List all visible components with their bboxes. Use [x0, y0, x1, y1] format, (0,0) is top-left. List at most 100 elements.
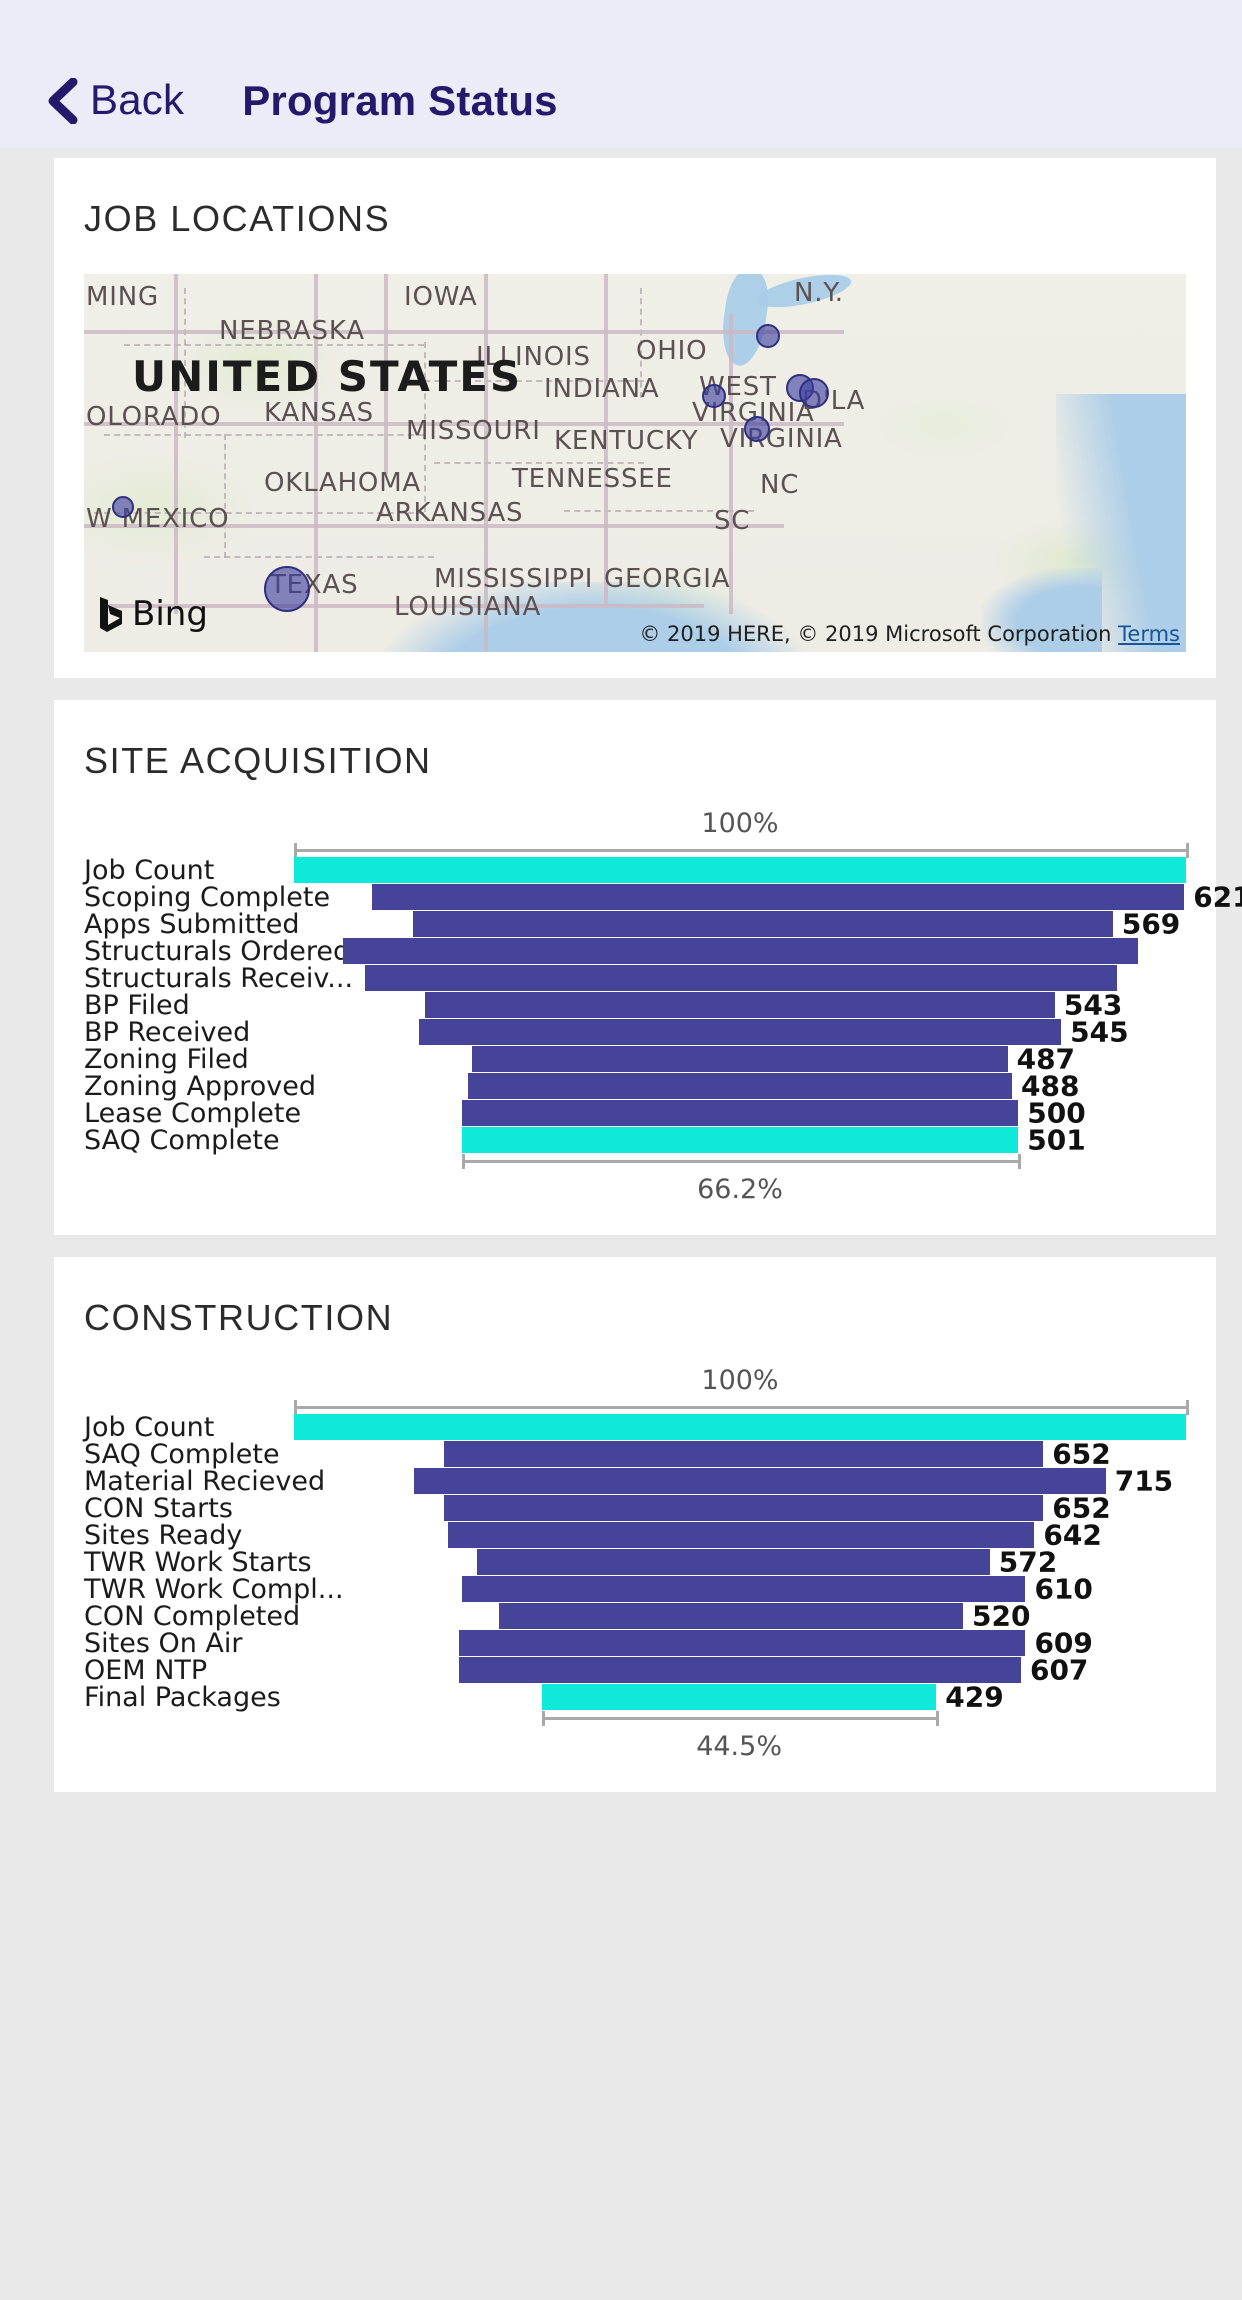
bing-label: Bing [132, 594, 208, 634]
funnel-bar[interactable] [294, 1414, 1186, 1440]
map-attribution: © 2019 HERE, © 2019 Microsoft Corporatio… [639, 622, 1180, 646]
back-label: Back [90, 76, 185, 123]
funnel-rows-site-acquisition: Job Count Scoping Complete 621 Apps Submitt… [84, 855, 1242, 1157]
funnel-bar-track [294, 1414, 1186, 1440]
map-label: MING [86, 282, 159, 312]
funnel-bar[interactable] [499, 1603, 963, 1629]
page-scroll-area[interactable]: JOB LOCATIONS MING IOWA N.Y. NEBRASKA OH… [0, 158, 1242, 2300]
funnel-bar[interactable] [472, 1046, 1008, 1072]
axis-tick [1186, 843, 1189, 858]
funnel-bar[interactable] [343, 938, 1138, 964]
map-label: ARKANSAS [376, 498, 524, 528]
funnel-row: Zoning Approved 488 [84, 1070, 1186, 1103]
axis-tick [294, 843, 297, 858]
funnel-bar[interactable] [461, 1127, 1019, 1153]
map-label: N.Y. [794, 278, 844, 308]
axis-line [294, 849, 1186, 852]
funnel-bar-track: 429 [294, 1681, 1186, 1714]
map-label: NC [760, 470, 800, 500]
funnel-bar[interactable] [414, 1468, 1106, 1494]
construction-card: CONSTRUCTION 100% Job Count SAQ Complete 6… [54, 1257, 1216, 1792]
funnel-bar[interactable] [541, 1684, 937, 1710]
funnel-bar-track: 607 [294, 1654, 1186, 1687]
highway [174, 274, 178, 614]
job-locations-title: JOB LOCATIONS [84, 198, 391, 239]
funnel-bar[interactable] [418, 1019, 1062, 1045]
funnel-row: Scoping Complete 621 [84, 881, 1242, 914]
funnel-row-label: Final Packages [84, 1681, 281, 1713]
funnel-bar[interactable] [461, 1100, 1019, 1126]
funnel-bar-value: 429 [945, 1680, 1004, 1714]
map-label: KENTUCKY [554, 426, 699, 456]
funnel-bar-value: 652 [1052, 1437, 1111, 1471]
map-pin-marker[interactable] [756, 324, 780, 348]
funnel-bar[interactable] [294, 857, 1186, 883]
funnel-bar[interactable] [372, 884, 1185, 910]
funnel-bar-value: 520 [972, 1599, 1031, 1633]
funnel-row: BP Received 545 [84, 1016, 1186, 1049]
funnel-row: BP Filed 543 [84, 989, 1186, 1022]
funnel-bar[interactable] [459, 1657, 1021, 1683]
funnel-bar[interactable] [365, 965, 1118, 991]
map-pin-marker[interactable] [264, 566, 310, 612]
funnel-bar-track: 652 [294, 1492, 1186, 1525]
map-label: OKLAHOMA [264, 468, 422, 498]
funnel-row: TWR Work Starts 572 [84, 1546, 1186, 1579]
funnel-bar[interactable] [467, 1073, 1013, 1099]
funnel-bar-value: 715 [1114, 1464, 1174, 1498]
funnel-bar[interactable] [476, 1549, 990, 1575]
funnel-bar-track: 545 [294, 1016, 1186, 1049]
axis-line [294, 1406, 1186, 1409]
axis-tick [541, 1711, 545, 1726]
funnel-bar-track [294, 857, 1186, 883]
funnel-bar-track: 652 [294, 1438, 1186, 1471]
bing-logo[interactable]: Bing [98, 594, 208, 634]
map-label: VIRGINIA [720, 424, 843, 454]
bing-glyph-icon [100, 597, 122, 632]
map-pin-marker[interactable] [744, 416, 770, 442]
funnel-row: Zoning Filed 487 [84, 1043, 1186, 1076]
funnel-rows-construction: Job Count SAQ Complete 652 Material Recieve… [84, 1412, 1186, 1714]
chevron-left-icon [46, 78, 80, 124]
funnel-bar-track: 609 [294, 1627, 1186, 1660]
job-locations-card: JOB LOCATIONS MING IOWA N.Y. NEBRASKA OH… [54, 158, 1216, 678]
map-label: GEORGIA [604, 564, 731, 594]
funnel-row: Structurals Receiv... [84, 963, 1186, 994]
state-border [204, 556, 434, 558]
funnel-bar[interactable] [461, 1576, 1026, 1602]
map-pin-marker[interactable] [799, 378, 829, 408]
map-label: SC [714, 506, 751, 536]
bing-map[interactable]: MING IOWA N.Y. NEBRASKA OHIO ILLINOIS UNITED S… [84, 274, 1186, 652]
funnel-bar-track: 520 [294, 1600, 1186, 1633]
terms-link[interactable]: Terms [1118, 622, 1180, 646]
map-label: W MEXICO [86, 504, 230, 534]
map-label: NEBRASKA [219, 316, 365, 346]
funnel-bar-track: 572 [294, 1546, 1186, 1579]
funnel-bar-track [294, 965, 1186, 991]
map-label: LOUISIANA [394, 592, 542, 622]
funnel-bar-track: 500 [294, 1097, 1186, 1130]
funnel-bar-track: 488 [294, 1070, 1186, 1103]
funnel-row: Lease Complete 500 [84, 1097, 1186, 1130]
funnel-bar[interactable] [412, 911, 1113, 937]
map-label: KANSAS [264, 398, 374, 428]
funnel-bar[interactable] [448, 1522, 1035, 1548]
state-border [224, 434, 226, 558]
attribution-text: © 2019 HERE, © 2019 Microsoft Corporatio… [639, 622, 1112, 646]
site-acquisition-chart: 100% Job Count Scoping Complete 621 Apps Su… [54, 782, 1242, 1235]
back-button[interactable]: Back [46, 76, 185, 124]
funnel-bar[interactable] [443, 1441, 1044, 1467]
funnel-bar[interactable] [425, 992, 1055, 1018]
funnel-row: SAQ Complete 652 [84, 1438, 1186, 1471]
map-pin-marker[interactable] [702, 384, 726, 408]
funnel-bar[interactable] [443, 1495, 1044, 1521]
map-pin-marker[interactable] [112, 496, 134, 518]
axis-line [541, 1717, 937, 1720]
map-label: TENNESSEE [512, 464, 673, 494]
funnel-row: CON Starts 652 [84, 1492, 1186, 1525]
bottom-axis-0 [84, 1154, 1186, 1169]
funnel-bar[interactable] [459, 1630, 1026, 1656]
funnel-bar-value: 569 [1121, 907, 1181, 941]
top-axis-label-0: 100% [701, 808, 779, 839]
map-label: UNITED STATES [132, 352, 523, 401]
